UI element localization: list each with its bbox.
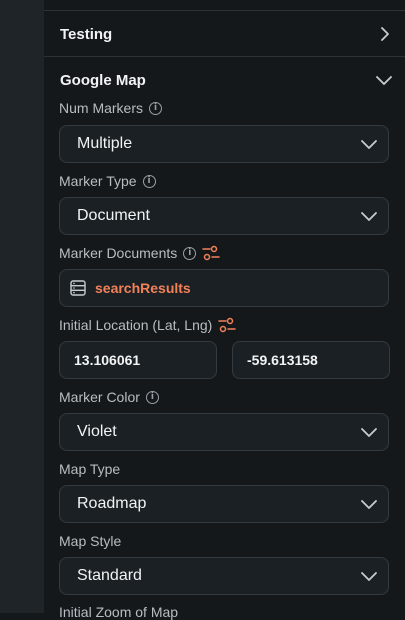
longitude-input[interactable]: -59.613158 — [232, 341, 390, 379]
num-markers-label: Num Markers i — [59, 100, 163, 116]
marker-color-value: Violet — [77, 423, 117, 440]
map-type-label-text: Map Type — [59, 461, 121, 477]
latitude-input[interactable]: 13.106061 — [59, 341, 217, 379]
variable-settings-icon[interactable] — [218, 317, 237, 333]
marker-documents-value: searchResults — [95, 280, 191, 296]
num-markers-dropdown[interactable]: Multiple — [59, 125, 389, 163]
chevron-right-icon — [377, 26, 393, 42]
testing-section-title: Testing — [60, 25, 113, 43]
properties-panel: Testing Google Map Num Markers i Multipl… — [44, 0, 405, 620]
marker-type-dropdown[interactable]: Document — [59, 197, 389, 235]
info-icon[interactable]: i — [142, 174, 156, 188]
initial-location-label-text: Initial Location (Lat, Lng) — [59, 317, 213, 333]
marker-documents-label: Marker Documents i — [59, 245, 221, 261]
marker-color-dropdown[interactable]: Violet — [59, 413, 389, 451]
chevron-down-icon — [375, 71, 393, 89]
initial-zoom-label-text: Initial Zoom of Map — [59, 604, 179, 620]
chevron-down-icon — [360, 423, 378, 441]
marker-documents-source[interactable]: searchResults — [59, 269, 389, 307]
left-rail — [0, 0, 44, 613]
map-type-dropdown[interactable]: Roadmap — [59, 485, 389, 523]
database-icon — [69, 279, 87, 297]
longitude-value: -59.613158 — [247, 352, 318, 368]
chevron-down-icon — [360, 135, 378, 153]
num-markers-value: Multiple — [77, 135, 133, 152]
chevron-down-icon — [360, 495, 378, 513]
google-map-section-title: Google Map — [60, 71, 146, 89]
variable-settings-icon[interactable] — [202, 245, 221, 261]
chevron-down-icon — [360, 207, 378, 225]
info-icon[interactable]: i — [145, 390, 159, 404]
marker-documents-label-text: Marker Documents — [59, 245, 178, 261]
divider — [44, 56, 405, 57]
marker-type-label-text: Marker Type — [59, 173, 137, 189]
marker-type-value: Document — [77, 207, 150, 224]
google-map-section-header[interactable]: Google Map — [60, 66, 393, 94]
map-style-label-text: Map Style — [59, 533, 122, 549]
marker-type-label: Marker Type i — [59, 173, 156, 189]
map-type-value: Roadmap — [77, 495, 147, 512]
info-icon[interactable]: i — [149, 101, 163, 115]
testing-section-header[interactable]: Testing — [60, 20, 393, 48]
divider — [44, 10, 405, 11]
map-type-label: Map Type — [59, 461, 120, 477]
map-style-dropdown[interactable]: Standard — [59, 557, 389, 595]
map-style-value: Standard — [77, 567, 142, 584]
marker-color-label: Marker Color i — [59, 389, 159, 405]
map-style-label: Map Style — [59, 533, 121, 549]
info-icon[interactable]: i — [183, 246, 197, 260]
chevron-down-icon — [360, 567, 378, 585]
latitude-value: 13.106061 — [74, 352, 141, 368]
initial-location-label: Initial Location (Lat, Lng) — [59, 317, 237, 333]
num-markers-label-text: Num Markers — [59, 100, 144, 116]
initial-zoom-label: Initial Zoom of Map — [59, 604, 178, 620]
marker-color-label-text: Marker Color — [59, 389, 140, 405]
